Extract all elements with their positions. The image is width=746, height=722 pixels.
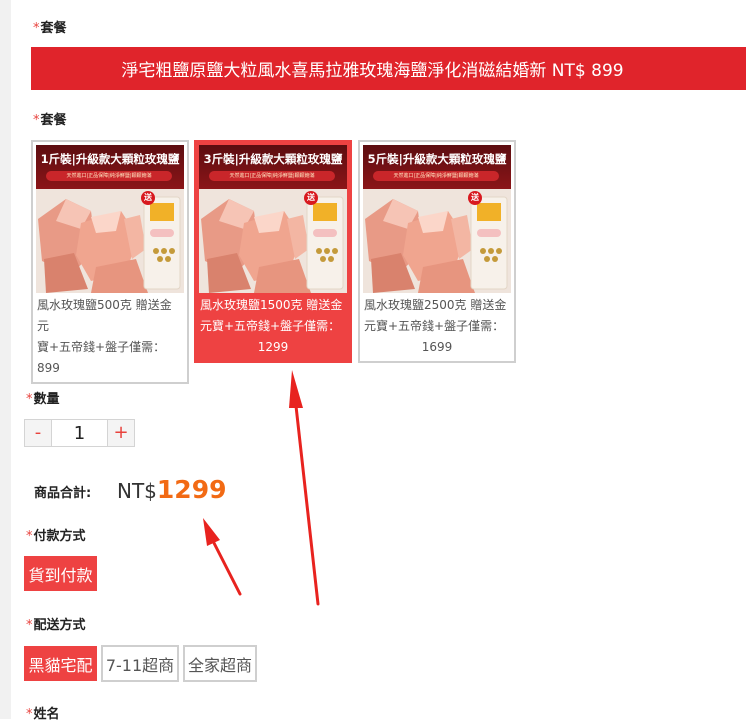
shipping-label: *配送方式	[26, 614, 86, 633]
product-thumbnail: 1斤裝|升級款大顆粒玫瑰鹽 天然進口|正品保障|純淨鮮鹽|顆顆飽滿 送	[36, 145, 184, 293]
thumbnail-subtitle: 天然進口|正品保障|純淨鮮鹽|顆顆飽滿	[46, 171, 172, 181]
caption-line: 風水玫瑰鹽500克 贈送金元	[37, 298, 172, 333]
payment-label: *付款方式	[26, 525, 86, 544]
thumbnail-title: 3斤裝|升級款大顆粒玫瑰鹽	[203, 152, 343, 166]
total-amount: 1299	[156, 475, 227, 504]
quantity-label-text: 數量	[33, 392, 60, 407]
rose-salt-image	[363, 189, 511, 293]
caption-line: 元寶+五帝錢+盤子僅需：	[200, 319, 341, 333]
arrow-to-total-price-head	[203, 518, 220, 546]
arrow-to-total-price	[212, 541, 242, 596]
arrow-to-selected-package	[294, 404, 320, 606]
total-label: 商品合計:	[34, 486, 92, 501]
quantity-stepper: - 1 +	[24, 419, 135, 447]
caption-line: 風水玫瑰鹽2500克 贈送金	[364, 298, 507, 312]
shipping-option-familymart[interactable]: 全家超商	[183, 645, 257, 682]
thumbnail-subtitle: 天然進口|正品保障|純淨鮮鹽|顆顆飽滿	[373, 171, 499, 181]
payment-option-cod[interactable]: 貨到付款	[24, 556, 97, 591]
gift-badge: 送	[304, 191, 318, 205]
package-option-caption: 風水玫瑰鹽500克 贈送金元 寶+五帝錢+盤子僅需：899	[36, 293, 184, 379]
package-option-1[interactable]: 1斤裝|升級款大顆粒玫瑰鹽 天然進口|正品保障|純淨鮮鹽|顆顆飽滿 送 風水玫瑰…	[31, 140, 189, 384]
arrow-to-selected-package-head	[289, 370, 303, 408]
rose-salt-image	[199, 189, 347, 293]
payment-label-text: 付款方式	[33, 529, 86, 544]
left-margin-strip	[0, 0, 11, 719]
required-mark: *	[26, 529, 33, 544]
package-banner-option[interactable]: 淨宅粗鹽原鹽大粒風水喜馬拉雅玫瑰海鹽淨化消磁結婚新 NT$ 899	[31, 47, 746, 90]
caption-price: 1299	[257, 340, 289, 354]
required-mark: *	[26, 618, 33, 633]
total-currency: NT$	[117, 479, 157, 503]
package-option-caption: 風水玫瑰鹽1500克 贈送金 元寶+五帝錢+盤子僅需： 1299	[199, 293, 347, 358]
quantity-decrease-button[interactable]: -	[25, 420, 51, 446]
package-option-2[interactable]: 3斤裝|升級款大顆粒玫瑰鹽 天然進口|正品保障|純淨鮮鹽|顆顆飽滿 送 風水玫瑰…	[194, 140, 352, 363]
required-mark: *	[26, 392, 33, 407]
thumbnail-title: 5斤裝|升級款大顆粒玫瑰鹽	[367, 152, 507, 166]
quantity-increase-button[interactable]: +	[108, 420, 134, 446]
shipping-option-711[interactable]: 7-11超商	[101, 645, 179, 682]
caption-price: 1699	[421, 340, 453, 354]
gift-badge: 送	[468, 191, 482, 205]
quantity-input[interactable]: 1	[51, 420, 108, 446]
package-image-label: *套餐	[33, 109, 67, 128]
product-thumbnail: 3斤裝|升級款大顆粒玫瑰鹽 天然進口|正品保障|純淨鮮鹽|顆顆飽滿 送	[199, 145, 347, 293]
product-thumbnail: 5斤裝|升級款大顆粒玫瑰鹽 天然進口|正品保障|純淨鮮鹽|顆顆飽滿 送	[363, 145, 511, 293]
thumbnail-subtitle: 天然進口|正品保障|純淨鮮鹽|顆顆飽滿	[209, 171, 335, 181]
name-label: *姓名	[26, 703, 60, 722]
package-label-text: 套餐	[40, 21, 67, 36]
name-label-text: 姓名	[33, 707, 60, 722]
shipping-label-text: 配送方式	[33, 618, 86, 633]
caption-line: 寶+五帝錢+盤子僅需：899	[37, 340, 166, 375]
caption-line: 元寶+五帝錢+盤子僅需：	[364, 319, 505, 333]
caption-line: 風水玫瑰鹽1500克 贈送金	[200, 298, 343, 312]
required-mark: *	[33, 113, 40, 128]
quantity-label: *數量	[26, 388, 60, 407]
package-option-3[interactable]: 5斤裝|升級款大顆粒玫瑰鹽 天然進口|正品保障|純淨鮮鹽|顆顆飽滿 送 風水玫瑰…	[358, 140, 516, 363]
total-price: NT$1299	[117, 475, 227, 504]
required-mark: *	[33, 21, 40, 36]
rose-salt-image	[36, 189, 184, 293]
required-mark: *	[26, 707, 33, 722]
shipping-option-black-cat[interactable]: 黑貓宅配	[24, 646, 97, 681]
package-label: *套餐	[33, 17, 67, 36]
package-image-label-text: 套餐	[40, 113, 67, 128]
package-option-caption: 風水玫瑰鹽2500克 贈送金 元寶+五帝錢+盤子僅需： 1699	[363, 293, 511, 358]
thumbnail-title: 1斤裝|升級款大顆粒玫瑰鹽	[40, 152, 180, 166]
gift-badge: 送	[141, 191, 155, 205]
